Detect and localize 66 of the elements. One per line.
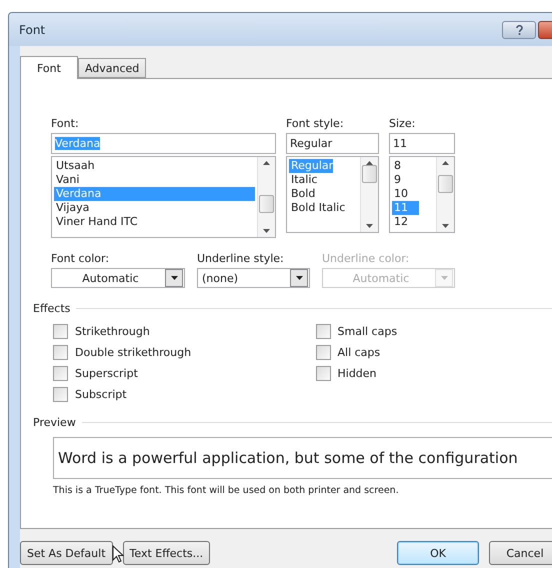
mouse-cursor-icon [112, 545, 124, 563]
field-label: Font style: [286, 117, 345, 131]
list-box[interactable]: Utsaah Vani Verdana Vijaya Viner Hand ITC [51, 156, 276, 238]
dropdown-value: Automatic [81, 272, 140, 284]
checkbox[interactable] [316, 324, 330, 338]
checkbox-label[interactable]: All caps [338, 346, 380, 358]
group-title: Preview [33, 416, 76, 429]
font-note: This is a TrueType font. This font will be used on both printer and screen. [53, 485, 400, 496]
checkbox-label[interactable]: Superscript [75, 366, 138, 380]
list-item[interactable]: 9 [392, 173, 420, 187]
field-label: Font color: [51, 252, 110, 266]
help-icon [516, 24, 522, 34]
field-label: Underline color: [322, 252, 410, 266]
checkbox-label[interactable]: Subscript [75, 388, 127, 400]
scroll-thumb[interactable] [362, 165, 377, 183]
checkbox-label[interactable]: Small caps [338, 324, 398, 338]
dropdown-value: Automatic [352, 272, 410, 284]
scroll-thumb[interactable] [259, 195, 274, 213]
dropdown-value: (none) [201, 272, 240, 284]
text-field[interactable]: Regular [286, 133, 379, 154]
preview-text: Word is a powerful application, but some of the configuration [58, 449, 518, 467]
dialog-button[interactable]: Text Effects... [122, 541, 210, 565]
checkbox[interactable] [316, 344, 330, 360]
field-label: Underline style: [197, 252, 285, 266]
checkbox-label[interactable]: Hidden [338, 366, 377, 380]
dialog-button[interactable]: OK [397, 541, 479, 565]
checkbox-label[interactable]: Strikethrough [75, 324, 150, 338]
list-item[interactable]: Vani [54, 173, 255, 187]
scroll-up-icon[interactable] [442, 161, 449, 165]
list-item[interactable]: Italic [289, 173, 332, 187]
window-title: Font [19, 22, 46, 36]
list-item[interactable]: 12 [392, 215, 420, 229]
help-button[interactable] [502, 20, 536, 38]
scroll-down-icon[interactable] [442, 224, 449, 228]
list-item[interactable]: Viner Hand ITC [54, 215, 255, 229]
list-box[interactable]: 8 9 10 11 12 [389, 156, 455, 233]
dropdown[interactable]: (none) [197, 268, 310, 288]
dialog-button[interactable]: Set As Default [20, 541, 113, 565]
scroll-down-icon[interactable] [263, 229, 270, 233]
list-box[interactable]: Regular Italic Bold Bold Italic [286, 156, 379, 233]
checkbox[interactable] [53, 366, 68, 380]
list-item[interactable]: Bold Italic [289, 201, 346, 215]
list-item[interactable]: 8 [392, 159, 420, 173]
dropdown-arrow-icon [440, 276, 448, 280]
scroll-down-icon[interactable] [366, 224, 373, 228]
checkbox[interactable] [53, 324, 68, 338]
list-item[interactable]: Vijaya [54, 201, 255, 215]
field-label: Size: [389, 117, 416, 131]
list-item[interactable]: 10 [392, 187, 420, 201]
tab[interactable]: Font [20, 56, 78, 79]
group-title: Effects [33, 302, 70, 315]
list-item[interactable]: Bold [289, 187, 332, 201]
scroll-thumb[interactable] [438, 175, 453, 193]
checkbox[interactable] [53, 344, 68, 360]
field-label: Font: [51, 117, 80, 131]
checkbox[interactable] [316, 366, 330, 380]
text-field[interactable]: 11 [389, 133, 455, 154]
dropdown-arrow-icon [170, 276, 178, 280]
tab[interactable]: Advanced [78, 58, 146, 78]
dropdown[interactable]: Automatic [51, 268, 185, 288]
dropdown-arrow-icon [296, 276, 302, 280]
checkbox-label[interactable]: Double strikethrough [75, 346, 192, 358]
scroll-up-icon[interactable] [263, 161, 270, 165]
dialog-button[interactable]: Cancel [489, 541, 552, 565]
list-item[interactable]: Utsaah [54, 159, 255, 173]
checkbox[interactable] [53, 386, 68, 402]
